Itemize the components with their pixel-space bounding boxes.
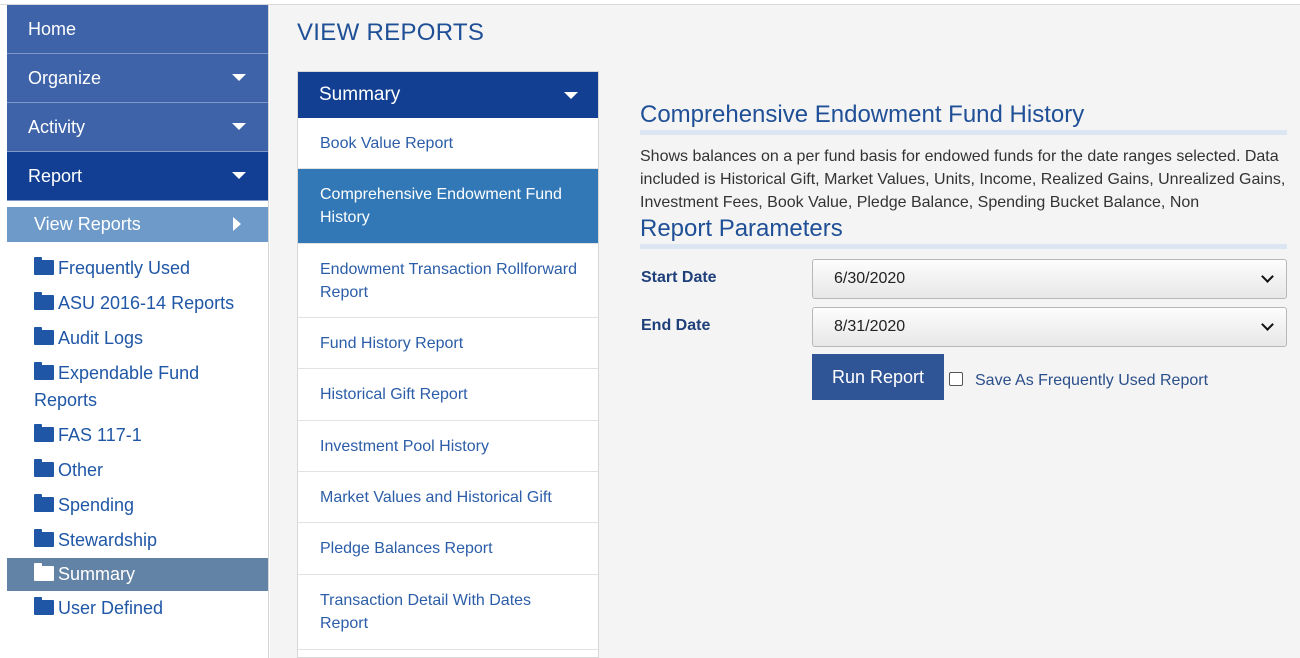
- folder-audit-logs[interactable]: Audit Logs: [7, 321, 268, 356]
- report-item-historical-gift[interactable]: Historical Gift Report: [298, 369, 598, 421]
- report-item-transaction-detail[interactable]: Transaction Detail With Dates Report: [298, 575, 598, 650]
- folder-summary[interactable]: Summary: [7, 558, 268, 591]
- report-item-comprehensive-endowment[interactable]: Comprehensive Endowment Fund History: [298, 169, 598, 244]
- sidebar: Home Organize Activity Report View Repor…: [7, 5, 269, 658]
- save-frequent-checkbox[interactable]: [949, 372, 963, 386]
- folder-label: Audit Logs: [58, 328, 144, 348]
- nav-home[interactable]: Home: [7, 5, 268, 54]
- report-list-header[interactable]: Summary: [298, 72, 598, 118]
- end-date-value: 8/31/2020: [834, 318, 906, 335]
- report-item-label: Transaction Detail With Dates Report: [320, 592, 532, 632]
- folder-label: User Defined: [58, 598, 164, 618]
- report-list-header-label: Summary: [319, 84, 401, 105]
- params-title: Report Parameters: [640, 215, 1287, 249]
- folder-frequently-used[interactable]: Frequently Used: [7, 251, 268, 286]
- report-item-market-values[interactable]: Market Values and Historical Gift: [298, 472, 598, 523]
- folder-icon: [34, 424, 54, 442]
- report-item-pledge-balances[interactable]: Pledge Balances Report: [298, 523, 598, 575]
- report-title: Comprehensive Endowment Fund History: [640, 101, 1287, 135]
- report-item-label: Fund History Report: [320, 334, 464, 352]
- report-item-label: Historical Gift Report: [320, 386, 468, 403]
- folder-open-icon: [34, 563, 54, 581]
- report-item-investment-pool[interactable]: Investment Pool History: [298, 421, 598, 472]
- folder-fas-117-1[interactable]: FAS 117-1: [7, 418, 268, 453]
- params-form: Start Date 6/30/2020 End Date 8/31/2020 …: [640, 249, 1287, 409]
- nav-report-label: Report: [28, 165, 83, 186]
- subnav-view-reports[interactable]: View Reports: [7, 207, 268, 242]
- report-list-panel: Summary Book Value Report Comprehensive …: [297, 71, 599, 658]
- chevron-down-icon: [232, 172, 246, 179]
- nav-activity[interactable]: Activity: [7, 103, 268, 152]
- report-item-fund-history[interactable]: Fund History Report: [298, 318, 598, 369]
- folder-label: FAS 117-1: [58, 425, 142, 445]
- folder-label: Other: [58, 460, 104, 480]
- report-detail: Comprehensive Endowment Fund History Sho…: [640, 101, 1287, 409]
- folder-label: Expendable Fund Reports: [34, 363, 200, 410]
- folder-icon: [34, 494, 54, 512]
- folder-icon: [34, 459, 54, 477]
- main-area: VIEW REPORTS Summary Book Value Report C…: [270, 5, 1300, 658]
- nav-organize-label: Organize: [28, 67, 102, 88]
- folder-user-defined[interactable]: User Defined: [7, 591, 268, 626]
- end-date-label: End Date: [641, 317, 711, 334]
- report-item-label: Book Value Report: [320, 134, 454, 152]
- folder-asu-2016-14[interactable]: ASU 2016-14 Reports: [7, 286, 268, 321]
- folder-icon: [34, 327, 54, 345]
- start-date-value: 6/30/2020: [834, 270, 906, 287]
- folder-label: Spending: [58, 495, 135, 515]
- folder-icon: [34, 257, 54, 275]
- chevron-down-icon: [564, 92, 578, 99]
- page-title: VIEW REPORTS: [297, 19, 485, 46]
- report-item-label: Comprehensive Endowment Fund History: [320, 186, 562, 226]
- report-item-book-value[interactable]: Book Value Report: [298, 118, 598, 169]
- end-date-select[interactable]: 8/31/2020: [812, 307, 1287, 347]
- save-frequent-label[interactable]: Save As Frequently Used Report: [975, 372, 1208, 390]
- folder-list: Frequently Used ASU 2016-14 Reports Audi…: [7, 251, 268, 626]
- folder-label: Frequently Used: [58, 258, 191, 278]
- folder-label: ASU 2016-14 Reports: [58, 293, 235, 313]
- nav-report[interactable]: Report: [7, 152, 268, 201]
- folder-icon: [34, 292, 54, 310]
- nav-organize[interactable]: Organize: [7, 54, 268, 103]
- nav-activity-label: Activity: [28, 116, 86, 137]
- folder-label: Stewardship: [58, 530, 158, 550]
- report-item-endowment-rollforward[interactable]: Endowment Transaction Rollforward Report: [298, 244, 598, 318]
- run-report-button[interactable]: Run Report: [812, 354, 944, 400]
- folder-label: Summary: [58, 564, 136, 584]
- chevron-down-icon: [232, 123, 246, 130]
- nav-home-label: Home: [28, 18, 77, 39]
- chevron-down-icon: [1261, 318, 1274, 331]
- chevron-right-icon: [233, 217, 241, 231]
- folder-expendable-fund[interactable]: Expendable Fund Reports: [7, 356, 268, 418]
- start-date-label: Start Date: [641, 269, 717, 286]
- report-item-label: Endowment Transaction Rollforward Report: [320, 260, 578, 301]
- start-date-select[interactable]: 6/30/2020: [812, 259, 1287, 299]
- report-item-label: Market Values and Historical Gift: [320, 488, 552, 506]
- folder-icon: [34, 362, 54, 380]
- folder-stewardship[interactable]: Stewardship: [7, 523, 268, 558]
- folder-spending[interactable]: Spending: [7, 488, 268, 523]
- report-item-label: Investment Pool History: [320, 437, 489, 455]
- chevron-down-icon: [1261, 270, 1274, 283]
- folder-icon: [34, 529, 54, 547]
- chevron-down-icon: [232, 74, 246, 81]
- report-item-label: Pledge Balances Report: [320, 540, 493, 557]
- report-description: Shows balances on a per fund basis for e…: [640, 148, 1286, 211]
- folder-other[interactable]: Other: [7, 453, 268, 488]
- folder-icon: [34, 597, 54, 615]
- subnav-label: View Reports: [34, 214, 141, 234]
